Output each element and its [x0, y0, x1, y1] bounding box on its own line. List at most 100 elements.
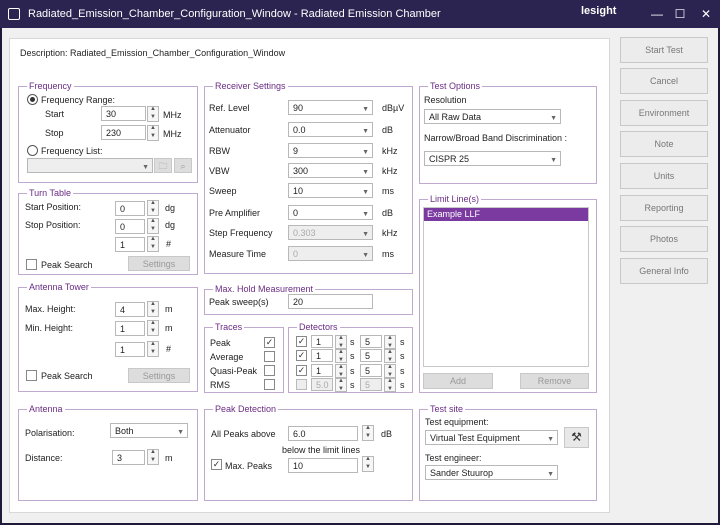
photos-button[interactable]: Photos	[620, 226, 708, 252]
tt-peak-search-checkbox[interactable]	[26, 259, 37, 270]
detector-checkbox[interactable]: ✓	[296, 365, 307, 376]
folder-icon[interactable]: 🗀	[154, 158, 172, 173]
tower-settings-button[interactable]: Settings	[128, 368, 190, 383]
units-button[interactable]: Units	[620, 163, 708, 189]
peak-sweeps-input[interactable]: 20	[288, 294, 373, 309]
receiver-row-select[interactable]: 0.303 ▼	[288, 225, 373, 240]
tower-count-spinner[interactable]	[147, 341, 159, 357]
receiver-settings-title: Receiver Settings	[213, 81, 288, 91]
all-peaks-input[interactable]: 6.0	[288, 426, 358, 441]
polarisation-select[interactable]: Both ▼	[110, 423, 188, 438]
distance-label: Distance:	[25, 453, 63, 463]
min-height-input[interactable]: 1	[115, 321, 145, 336]
test-equipment-select[interactable]: Virtual Test Equipment ▼	[425, 430, 558, 445]
max-height-input[interactable]: 4	[115, 302, 145, 317]
receiver-row-select[interactable]: 0 ▼	[288, 246, 373, 261]
tt-peak-search-label: Peak Search	[41, 260, 93, 270]
start-test-button[interactable]: Start Test	[620, 37, 708, 63]
chevron-down-icon: ▼	[550, 157, 557, 164]
tower-peak-search-checkbox[interactable]	[26, 370, 37, 381]
remove-limit-button[interactable]: Remove	[520, 373, 589, 389]
detector-count-input[interactable]: 5	[360, 364, 382, 377]
chevron-down-icon: ▼	[547, 471, 554, 478]
stop-frequency-input[interactable]: 230	[101, 125, 146, 140]
detector-time-spinner[interactable]	[335, 378, 347, 392]
receiver-row-unit: dB	[382, 125, 394, 135]
receiver-row-select[interactable]: 90 ▼	[288, 100, 373, 115]
max-peaks-spinner[interactable]	[362, 456, 374, 472]
turn-table-group-title: Turn Table	[27, 188, 74, 198]
test-equipment-label: Test equipment:	[425, 417, 489, 427]
detector-time-input[interactable]: 1	[311, 335, 333, 348]
test-engineer-label: Test engineer:	[425, 453, 482, 463]
search-icon[interactable]: ⌕	[174, 158, 192, 173]
general-info-button[interactable]: General Info	[620, 258, 708, 284]
resolution-select[interactable]: All Raw Data ▼	[424, 109, 561, 124]
add-limit-button[interactable]: Add	[423, 373, 493, 389]
detector-count-input[interactable]: 5	[360, 349, 382, 362]
environment-button[interactable]: Environment	[620, 100, 708, 126]
frequency-list-radio[interactable]	[27, 145, 38, 156]
detector-count-spinner[interactable]	[384, 378, 396, 392]
detector-time-spinner[interactable]	[335, 335, 347, 349]
trace-checkbox[interactable]	[264, 351, 275, 362]
maximize-button[interactable]: ☐	[668, 4, 692, 24]
detector-checkbox[interactable]	[296, 379, 307, 390]
note-button[interactable]: Note	[620, 131, 708, 157]
receiver-row-select[interactable]: 300 ▼	[288, 163, 373, 178]
max-height-spinner[interactable]	[147, 301, 159, 317]
trace-checkbox[interactable]	[264, 365, 275, 376]
receiver-row-select[interactable]: 0 ▼	[288, 205, 373, 220]
reporting-button[interactable]: Reporting	[620, 195, 708, 221]
receiver-row-select[interactable]: 0.0 ▼	[288, 122, 373, 137]
receiver-row-label: VBW	[209, 166, 230, 176]
max-peaks-input[interactable]: 10	[288, 458, 358, 473]
tt-stop-input[interactable]: 0	[115, 219, 145, 234]
detector-time-input[interactable]: 5.0	[311, 378, 333, 391]
detector-count-spinner[interactable]	[384, 335, 396, 349]
antenna-group-title: Antenna	[27, 404, 65, 414]
detector-count-spinner[interactable]	[384, 364, 396, 378]
trace-checkbox[interactable]: ✓	[264, 337, 275, 348]
test-engineer-select[interactable]: Sander Stuurop ▼	[425, 465, 558, 480]
limit-lines-list[interactable]: Example LLF	[423, 207, 589, 367]
distance-spinner[interactable]	[147, 449, 159, 465]
start-frequency-input[interactable]: 30	[101, 106, 146, 121]
tower-count-input[interactable]: 1	[115, 342, 145, 357]
receiver-row-label: Measure Time	[209, 249, 267, 259]
close-button[interactable]: ✕	[694, 4, 718, 24]
discrimination-select[interactable]: CISPR 25 ▼	[424, 151, 561, 166]
detector-checkbox[interactable]: ✓	[296, 350, 307, 361]
detector-count-input[interactable]: 5	[360, 378, 382, 391]
detector-time-input[interactable]: 1	[311, 364, 333, 377]
receiver-row-label: Ref. Level	[209, 103, 250, 113]
tt-start-spinner[interactable]	[147, 200, 159, 216]
all-peaks-spinner[interactable]	[362, 425, 374, 441]
frequency-range-radio[interactable]	[27, 94, 38, 105]
receiver-row-select[interactable]: 9 ▼	[288, 143, 373, 158]
limit-line-item[interactable]: Example LLF	[424, 208, 588, 221]
receiver-row-select[interactable]: 10 ▼	[288, 183, 373, 198]
tt-count-input[interactable]: 1	[115, 237, 145, 252]
start-frequency-spinner[interactable]	[147, 106, 159, 122]
tt-stop-spinner[interactable]	[147, 218, 159, 234]
min-height-spinner[interactable]	[147, 320, 159, 336]
tt-start-input[interactable]: 0	[115, 201, 145, 216]
tools-icon[interactable]: ⚒	[564, 427, 589, 448]
detector-time-spinner[interactable]	[335, 364, 347, 378]
detector-count-input[interactable]: 5	[360, 335, 382, 348]
frequency-list-select[interactable]: ▼	[27, 158, 153, 173]
app-icon	[8, 8, 20, 20]
max-peaks-checkbox[interactable]: ✓	[211, 459, 222, 470]
detector-time-spinner[interactable]	[335, 349, 347, 363]
cancel-button[interactable]: Cancel	[620, 68, 708, 94]
detector-checkbox[interactable]: ✓	[296, 336, 307, 347]
detector-time-input[interactable]: 1	[311, 349, 333, 362]
distance-input[interactable]: 3	[112, 450, 145, 465]
detector-count-spinner[interactable]	[384, 349, 396, 363]
tt-count-spinner[interactable]	[147, 236, 159, 252]
trace-checkbox[interactable]	[264, 379, 275, 390]
stop-frequency-spinner[interactable]	[147, 125, 159, 141]
tt-settings-button[interactable]: Settings	[128, 256, 190, 271]
minimize-button[interactable]: —	[645, 4, 669, 24]
